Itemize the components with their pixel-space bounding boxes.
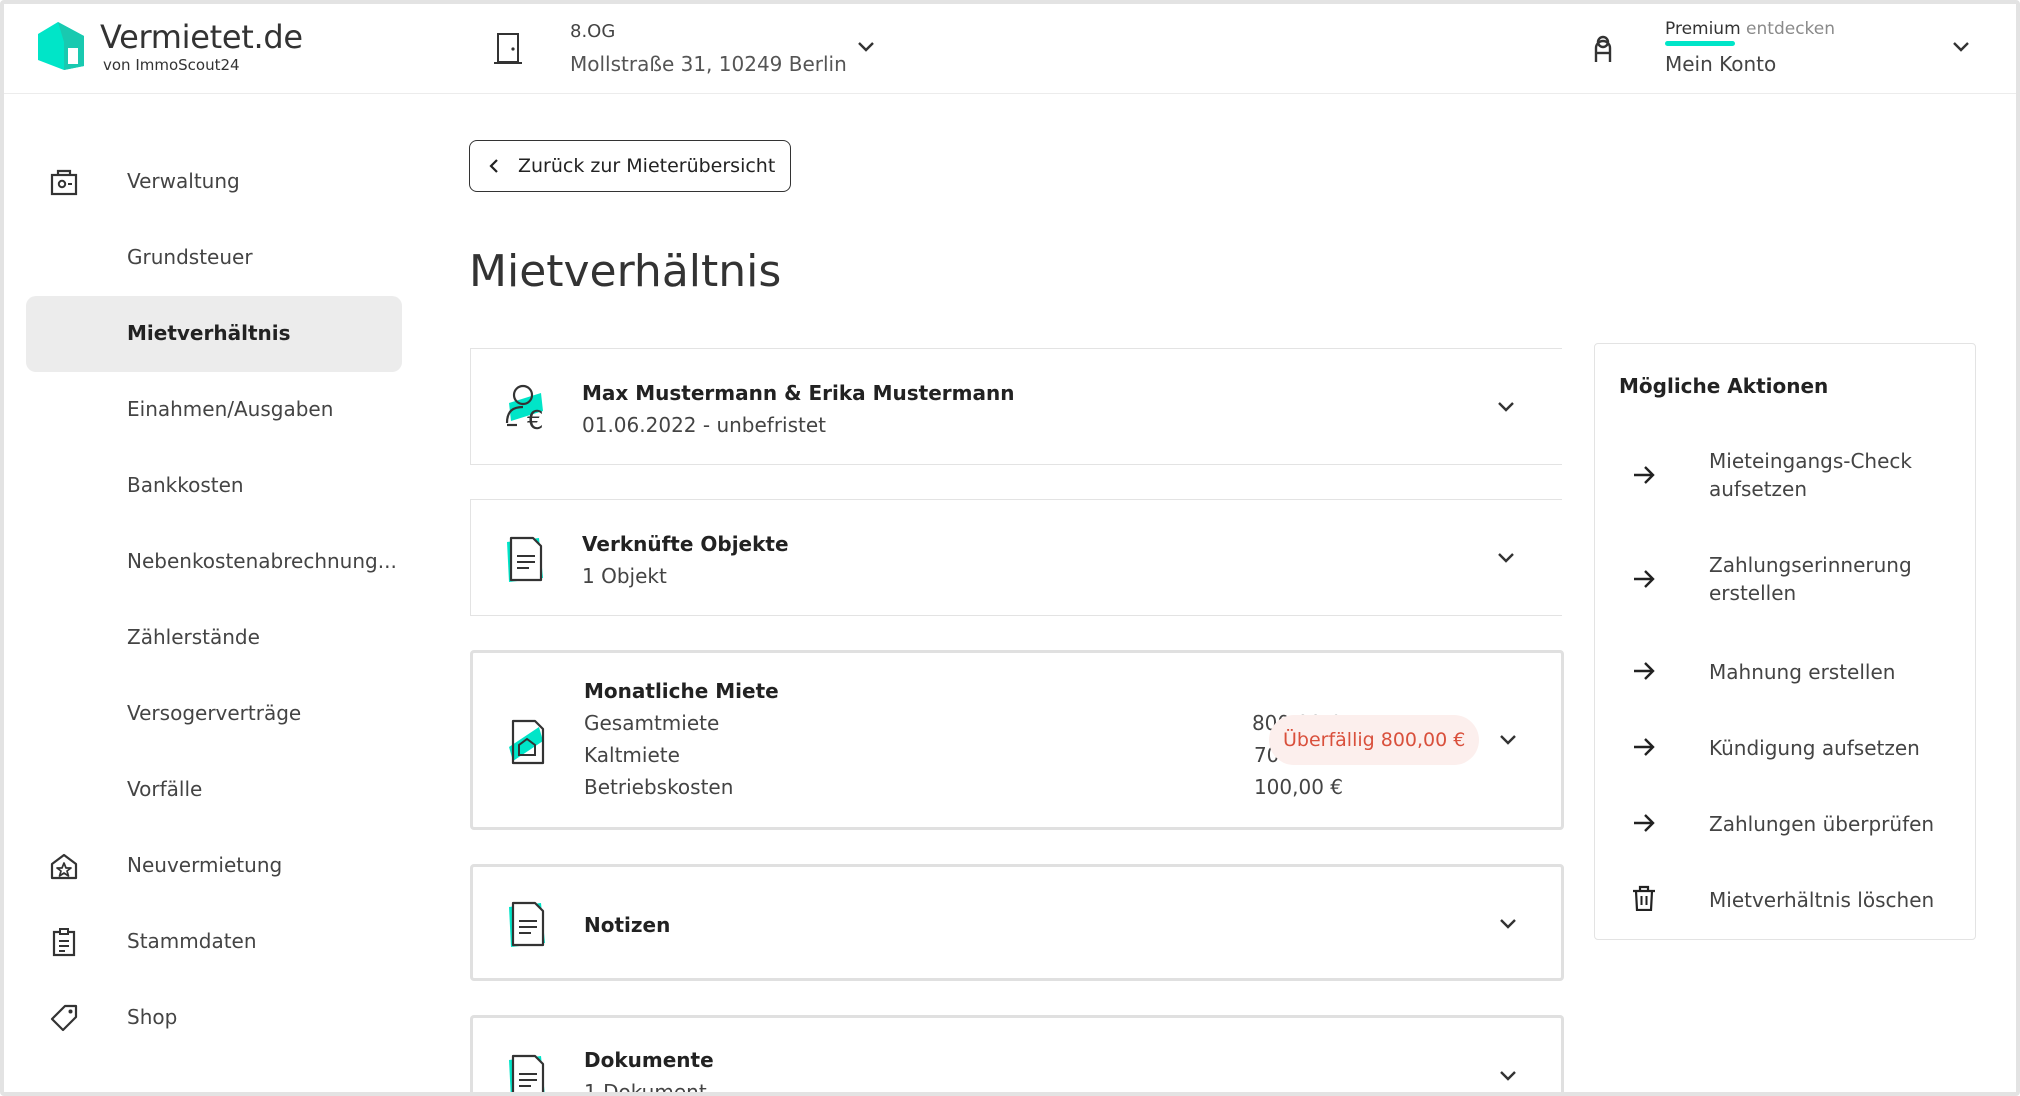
monthly-rent-card[interactable]: Monatliche Miete Gesamtmiete 800,00 € Ka… bbox=[470, 650, 1564, 830]
action-dunning[interactable]: Mahnung erstellen bbox=[1595, 652, 1975, 692]
action-delete-tenancy[interactable]: Mietverhältnis löschen bbox=[1595, 880, 1975, 920]
sidebar-item-label: Einahmen/Ausgaben bbox=[127, 397, 334, 421]
arrow-right-icon bbox=[1634, 570, 1655, 588]
rent-label-total: Gesamtmiete bbox=[584, 711, 720, 735]
action-label: Mietverhältnis löschen bbox=[1709, 888, 1935, 912]
arrow-right-icon bbox=[1634, 814, 1655, 832]
premium-underline bbox=[1665, 41, 1735, 46]
monthly-rent-title: Monatliche Miete bbox=[584, 679, 779, 703]
sidebar-item-label: Nebenkostenabrechnung... bbox=[127, 549, 397, 573]
notes-title: Notizen bbox=[584, 913, 671, 937]
chevron-down-icon[interactable] bbox=[1497, 1065, 1519, 1087]
chevron-down-icon[interactable] bbox=[1495, 396, 1517, 418]
property-address: Mollstraße 31, 10249 Berlin bbox=[570, 52, 847, 76]
sidebar-item-nebenkostenabrechnung[interactable]: Nebenkostenabrechnung... bbox=[26, 524, 402, 600]
sidebar-item-shop[interactable]: Shop bbox=[26, 980, 402, 1056]
app-window: Vermietet.de von ImmoScout24 8.OG Mollst… bbox=[0, 0, 2020, 1096]
arrow-right-icon bbox=[1634, 738, 1655, 756]
wallet-icon bbox=[50, 169, 78, 196]
action-check-payments[interactable]: Zahlungen überprüfen bbox=[1595, 804, 1975, 844]
sidebar-item-label: Stammdaten bbox=[127, 929, 257, 953]
sidebar-item-label: Versogerverträge bbox=[127, 701, 302, 725]
brand-name[interactable]: Vermietet.de bbox=[100, 18, 303, 56]
sidebar-item-versorgervertraege[interactable]: Versogerverträge bbox=[26, 676, 402, 752]
chevron-down-icon[interactable] bbox=[1497, 913, 1519, 935]
property-floor: 8.OG bbox=[570, 21, 616, 42]
sidebar-item-label: Vorfälle bbox=[127, 777, 203, 801]
rent-label-cold: Kaltmiete bbox=[584, 743, 680, 767]
linked-objects-card[interactable]: Verknüfte Objekte 1 Objekt bbox=[470, 499, 1562, 616]
arrow-right-icon bbox=[1634, 662, 1655, 680]
arrow-right-icon bbox=[1634, 466, 1655, 484]
sidebar-item-zaehlerstaende[interactable]: Zählerstände bbox=[26, 600, 402, 676]
sidebar-item-label: Bankkosten bbox=[127, 473, 244, 497]
rent-value-operating: 100,00 € bbox=[1253, 775, 1343, 799]
house-star-icon bbox=[50, 853, 78, 880]
action-rent-check[interactable]: Mieteingangs-Check aufsetzen bbox=[1595, 444, 1975, 504]
premium-rest: entdecken bbox=[1740, 19, 1836, 39]
sidebar-item-neuvermietung[interactable]: Neuvermietung bbox=[26, 828, 402, 904]
svg-text:€: € bbox=[527, 406, 544, 431]
documents-count: 1 Dokument bbox=[584, 1080, 707, 1096]
premium-word: Premium bbox=[1665, 19, 1741, 39]
brand-subtitle: von ImmoScout24 bbox=[103, 56, 240, 74]
overdue-status-badge: Überfällig 800,00 € bbox=[1269, 715, 1480, 765]
tenant-card[interactable]: € Max Mustermann & Erika Mustermann 01.0… bbox=[470, 348, 1562, 465]
tenant-names: Max Mustermann & Erika Mustermann bbox=[582, 381, 1015, 405]
sidebar-item-vorfaelle[interactable]: Vorfälle bbox=[26, 752, 402, 828]
action-label: Mahnung erstellen bbox=[1709, 660, 1896, 684]
sidebar-item-label: Mietverhältnis bbox=[127, 321, 291, 345]
user-icon bbox=[1594, 35, 1612, 62]
page-title: Mietverhältnis bbox=[469, 246, 782, 297]
top-header: Vermietet.de von ImmoScout24 8.OG Mollst… bbox=[4, 4, 2016, 94]
actions-title: Mögliche Aktionen bbox=[1619, 374, 1829, 398]
document-icon bbox=[509, 1054, 545, 1092]
action-label: Kündigung aufsetzen bbox=[1709, 736, 1920, 760]
notes-card[interactable]: Notizen bbox=[470, 864, 1564, 981]
sidebar-item-label: Verwaltung bbox=[127, 169, 240, 193]
chevron-left-icon bbox=[489, 159, 498, 173]
rent-label-operating: Betriebskosten bbox=[584, 775, 734, 799]
document-icon bbox=[509, 901, 545, 947]
back-to-tenant-overview-button[interactable]: Zurück zur Mieterübersicht bbox=[469, 140, 791, 192]
trash-icon bbox=[1633, 885, 1655, 911]
chevron-down-icon[interactable] bbox=[1495, 547, 1517, 569]
sidebar-item-stammdaten[interactable]: Stammdaten bbox=[26, 904, 402, 980]
chevron-down-icon[interactable] bbox=[1950, 36, 1972, 58]
sidebar-item-label: Grundsteuer bbox=[127, 245, 253, 269]
possible-actions-panel: Mögliche Aktionen Mieteingangs-Check auf… bbox=[1594, 343, 1976, 940]
action-termination[interactable]: Kündigung aufsetzen bbox=[1595, 728, 1975, 768]
chevron-down-icon[interactable] bbox=[855, 36, 877, 58]
sidebar-item-verwaltung[interactable]: Verwaltung bbox=[26, 144, 402, 220]
door-icon bbox=[494, 33, 522, 64]
document-icon bbox=[507, 536, 543, 582]
tag-icon bbox=[50, 1004, 78, 1032]
sidebar-item-label: Shop bbox=[127, 1005, 178, 1029]
house-document-icon bbox=[509, 719, 545, 765]
action-label: Zahlungserinnerung erstellen bbox=[1709, 553, 1912, 605]
action-label: Mieteingangs-Check aufsetzen bbox=[1709, 449, 1912, 501]
tenancy-period: 01.06.2022 - unbefristet bbox=[582, 413, 827, 437]
sidebar-item-mietverhaeltnis[interactable]: Mietverhältnis bbox=[26, 296, 402, 372]
account-menu-label[interactable]: Mein Konto bbox=[1665, 52, 1776, 76]
sidebar-item-einnahmen-ausgaben[interactable]: Einahmen/Ausgaben bbox=[26, 372, 402, 448]
clipboard-icon bbox=[52, 928, 76, 957]
back-button-label: Zurück zur Mieterübersicht bbox=[518, 155, 776, 177]
sidebar-item-grundsteuer[interactable]: Grundsteuer bbox=[26, 220, 402, 296]
sidebar-item-label: Neuvermietung bbox=[127, 853, 283, 877]
brand-logo-icon[interactable] bbox=[34, 20, 88, 72]
documents-card[interactable]: Dokumente 1 Dokument bbox=[470, 1015, 1564, 1096]
action-label: Zahlungen überprüfen bbox=[1709, 812, 1935, 836]
documents-title: Dokumente bbox=[584, 1048, 714, 1072]
sidebar-item-bankkosten[interactable]: Bankkosten bbox=[26, 448, 402, 524]
chevron-down-icon[interactable] bbox=[1497, 729, 1519, 751]
tenant-euro-icon: € bbox=[505, 384, 544, 431]
premium-link[interactable]: Premium entdecken bbox=[1665, 19, 1835, 39]
action-payment-reminder[interactable]: Zahlungserinnerung erstellen bbox=[1595, 548, 1975, 608]
linked-objects-title: Verknüfte Objekte bbox=[582, 532, 789, 556]
sidebar-item-label: Zählerstände bbox=[127, 625, 260, 649]
linked-objects-count: 1 Objekt bbox=[582, 564, 667, 588]
